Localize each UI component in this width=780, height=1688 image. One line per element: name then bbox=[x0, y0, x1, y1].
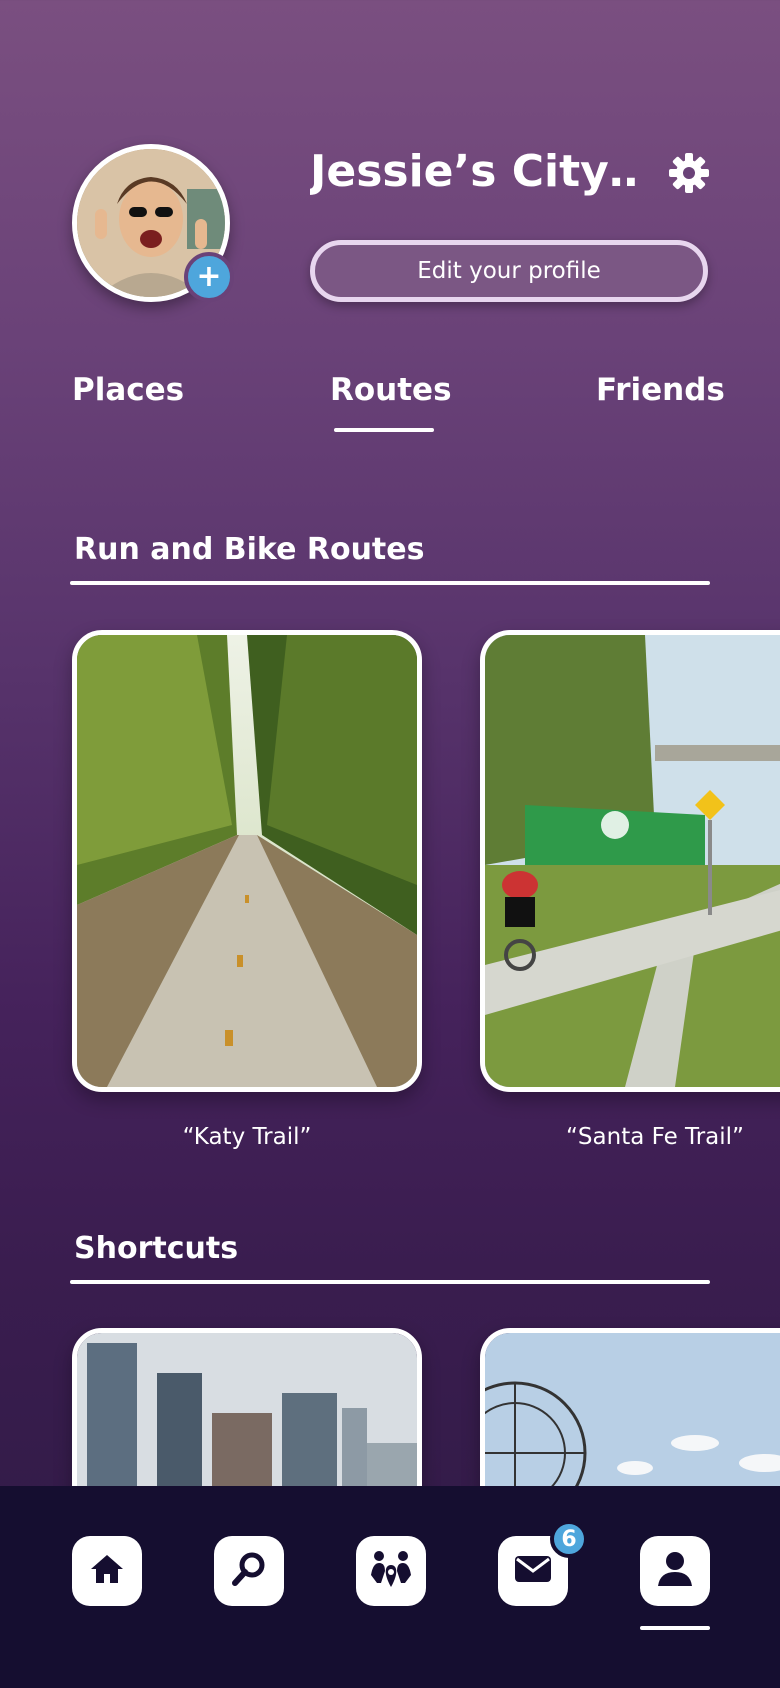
mail-icon bbox=[514, 1554, 552, 1588]
mail-badge: 6 bbox=[550, 1520, 588, 1558]
profile-icon bbox=[656, 1550, 694, 1592]
shortcuts-section-title: Shortcuts bbox=[74, 1231, 239, 1266]
profile-header: + Jessie’s City… Edit your profile bbox=[0, 0, 780, 330]
tab-friends[interactable]: Friends bbox=[596, 372, 725, 408]
nav-profile-button[interactable] bbox=[640, 1536, 710, 1606]
active-nav-indicator bbox=[640, 1626, 710, 1630]
tab-places[interactable]: Places bbox=[72, 372, 184, 408]
edit-profile-button[interactable]: Edit your profile bbox=[310, 240, 708, 302]
route-card-santa-fe-trail[interactable] bbox=[480, 630, 780, 1092]
bottom-navigation: 6 bbox=[0, 1486, 780, 1688]
katy-trail-image bbox=[77, 635, 417, 1087]
avatar-container[interactable]: + bbox=[72, 144, 234, 302]
santa-fe-trail-image bbox=[485, 635, 780, 1087]
gear-icon[interactable] bbox=[668, 152, 710, 194]
add-photo-button[interactable]: + bbox=[184, 252, 234, 302]
shortcuts-section-divider bbox=[70, 1280, 710, 1284]
active-tab-indicator bbox=[334, 428, 434, 432]
route-caption-katy-trail: “Katy Trail” bbox=[182, 1124, 312, 1150]
nav-search-button[interactable] bbox=[214, 1536, 284, 1606]
profile-name: Jessie’s City… bbox=[310, 146, 640, 197]
home-icon bbox=[89, 1551, 125, 1591]
search-icon bbox=[230, 1550, 268, 1592]
route-caption-santa-fe-trail: “Santa Fe Trail” bbox=[566, 1124, 744, 1150]
nav-home-button[interactable] bbox=[72, 1536, 142, 1606]
friends-location-icon bbox=[369, 1549, 413, 1593]
routes-section-title: Run and Bike Routes bbox=[74, 532, 425, 567]
routes-section-divider bbox=[70, 581, 710, 585]
nav-friends-button[interactable] bbox=[356, 1536, 426, 1606]
tab-routes[interactable]: Routes bbox=[330, 372, 452, 408]
route-card-katy-trail[interactable] bbox=[72, 630, 422, 1092]
profile-tabs: Places Routes Friends bbox=[0, 372, 780, 442]
